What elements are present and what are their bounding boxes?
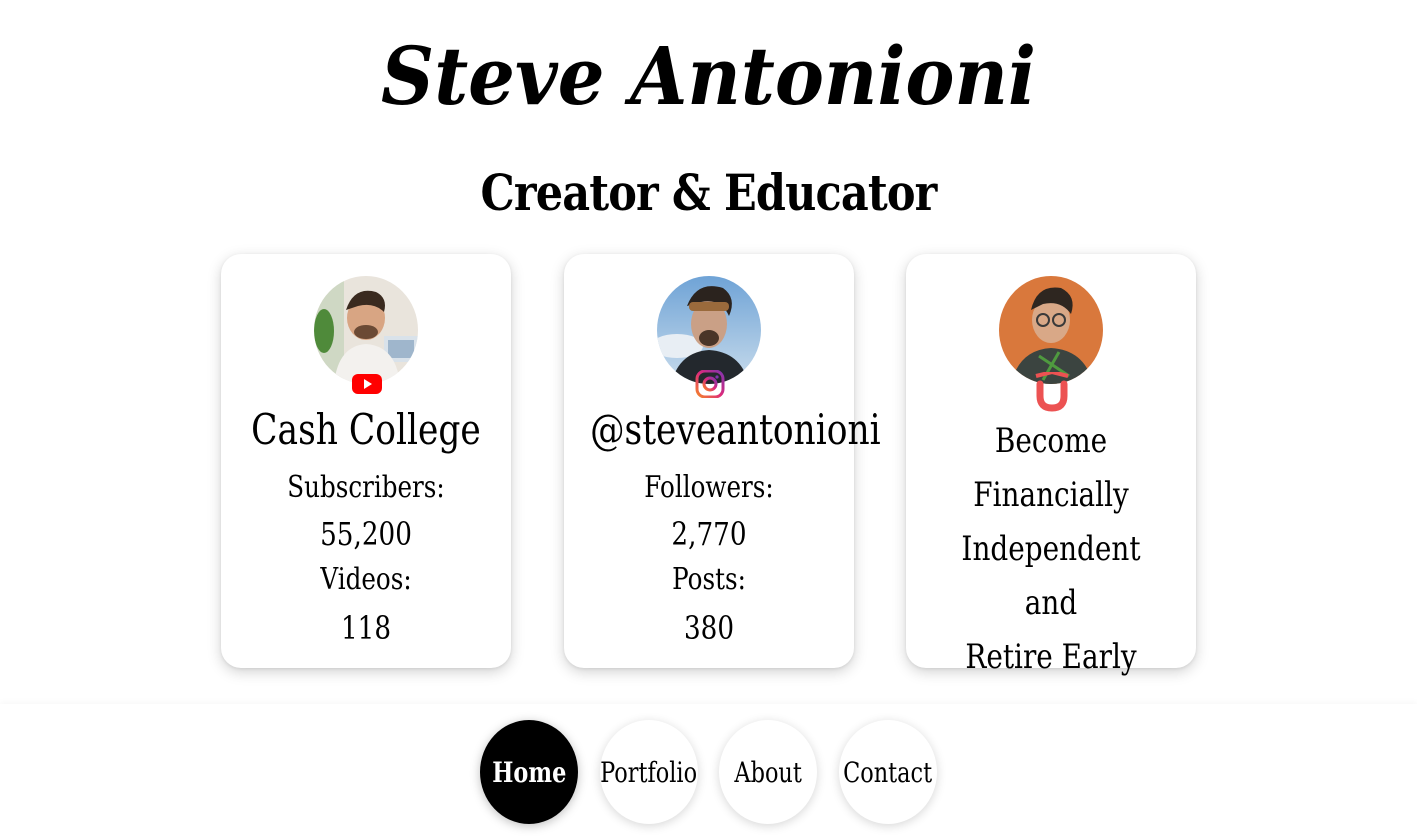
- videos-label: Videos:: [320, 562, 412, 597]
- tagline-line: Become Financially: [973, 421, 1129, 515]
- page-title: Steve Antonioni: [381, 29, 1036, 123]
- bottom-nav: Home Portfolio About Contact: [0, 704, 1417, 836]
- page: Steve Antonioni Creator & Educator Cash …: [0, 0, 1417, 836]
- nav-about-label: About: [734, 755, 802, 789]
- avatar: [999, 276, 1103, 384]
- page-subtitle: Creator & Educator: [480, 163, 938, 222]
- channel-name: Cash College: [251, 405, 481, 454]
- nav-contact-label: Contact: [843, 755, 933, 789]
- udemy-card[interactable]: Become Financially Independent and Retir…: [906, 254, 1196, 677]
- instagram-handle: @steveantonioni: [590, 405, 881, 454]
- course-tagline: Become Financially Independent and Retir…: [932, 414, 1170, 684]
- followers-count: 2,770: [671, 515, 747, 553]
- nav-home-label: Home: [491, 755, 567, 789]
- hero-section: Steve Antonioni Creator & Educator Cash …: [0, 0, 1417, 704]
- avatar: [657, 276, 761, 384]
- nav-about-button[interactable]: About: [719, 720, 817, 824]
- instagram-card[interactable]: @steveantonioni Followers: 2,770 Posts: …: [564, 254, 881, 668]
- nav-portfolio-label: Portfolio: [600, 755, 698, 789]
- subscribers-label: Subscribers:: [287, 470, 445, 505]
- videos-count: 118: [340, 609, 392, 647]
- nav-contact-button[interactable]: Contact: [839, 720, 937, 824]
- tagline-line: Independent and: [961, 529, 1141, 623]
- youtube-card[interactable]: Cash College Subscribers: 55,200 Videos:…: [221, 254, 511, 668]
- nav-home-button[interactable]: Home: [480, 720, 578, 824]
- nav-portfolio-button[interactable]: Portfolio: [600, 720, 698, 824]
- youtube-icon[interactable]: [351, 370, 383, 398]
- posts-count: 380: [683, 609, 735, 647]
- posts-label: Posts:: [672, 562, 746, 597]
- instagram-icon[interactable]: [694, 369, 726, 399]
- avatar: [314, 276, 418, 384]
- tagline-line: Retire Early: [965, 637, 1137, 677]
- followers-label: Followers:: [644, 470, 774, 505]
- subscribers-count: 55,200: [320, 515, 412, 553]
- udemy-icon[interactable]: [1030, 369, 1074, 412]
